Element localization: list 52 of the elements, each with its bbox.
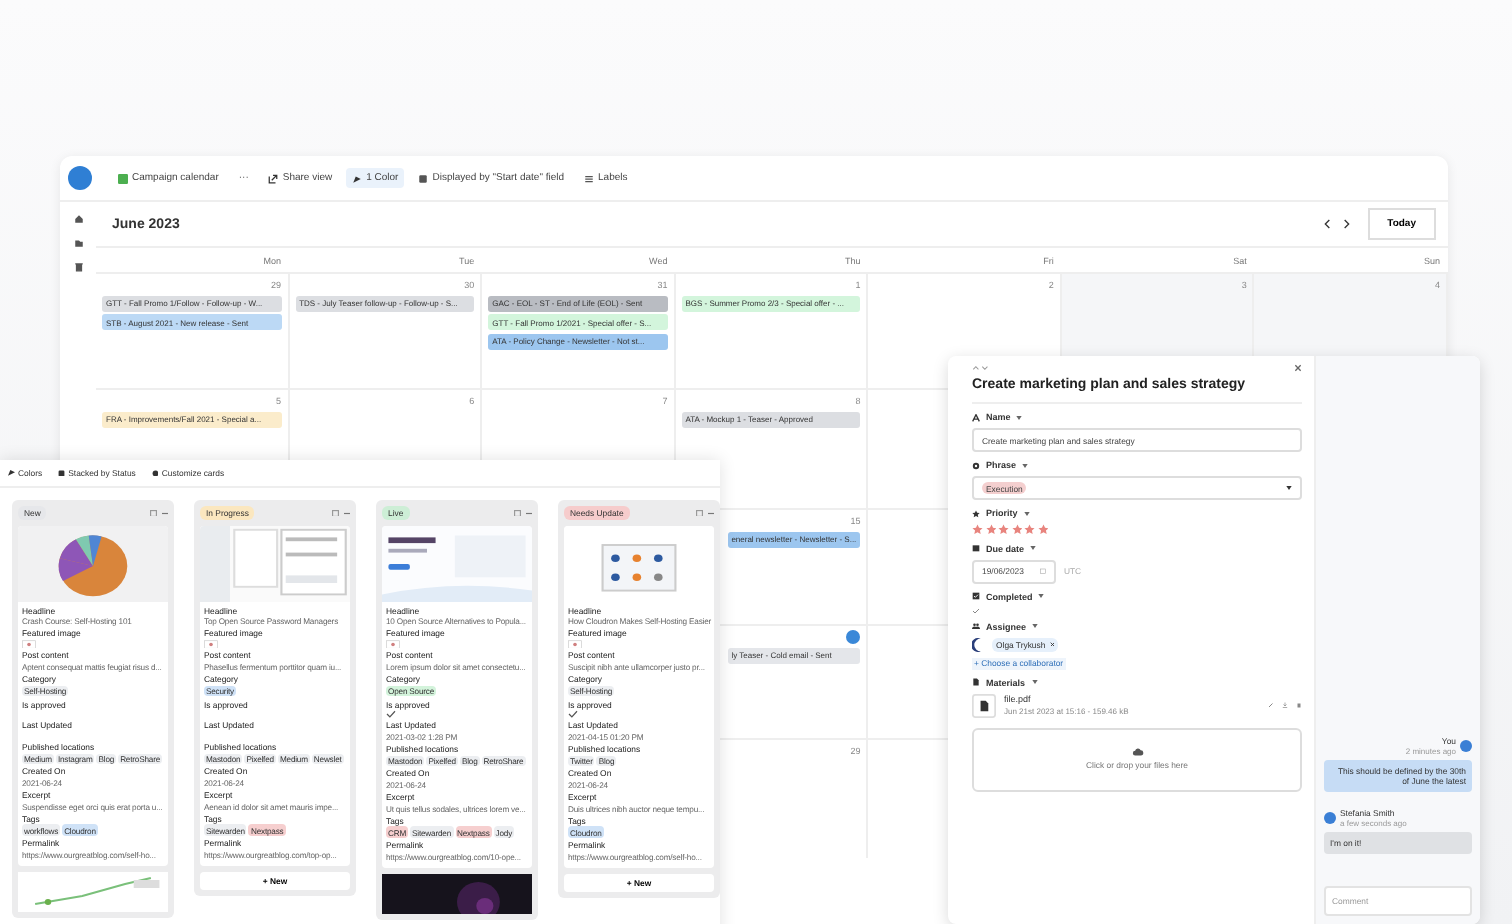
star-icon[interactable] bbox=[1024, 524, 1035, 535]
expand-icon[interactable] bbox=[696, 509, 703, 517]
star-icon bbox=[972, 509, 980, 517]
trash-icon[interactable] bbox=[73, 262, 83, 272]
star-icon[interactable] bbox=[1011, 524, 1022, 535]
calendar-icon bbox=[1039, 568, 1046, 574]
share-icon bbox=[268, 173, 279, 183]
folder-icon[interactable] bbox=[73, 238, 83, 248]
grid-icon bbox=[118, 173, 128, 183]
text-icon bbox=[972, 413, 980, 421]
file-icon bbox=[972, 678, 980, 686]
caret-icon[interactable] bbox=[1023, 511, 1030, 515]
expand-icon[interactable] bbox=[150, 509, 157, 517]
paint-icon bbox=[8, 469, 15, 477]
list-icon bbox=[584, 173, 595, 183]
card[interactable] bbox=[18, 525, 168, 866]
previous-icon[interactable] bbox=[1323, 218, 1332, 230]
caret-icon[interactable] bbox=[1022, 463, 1029, 467]
expand-icon[interactable] bbox=[514, 509, 521, 517]
image-thumbnail-icon bbox=[22, 639, 36, 649]
close-icon[interactable] bbox=[1294, 364, 1302, 372]
image-thumbnail-icon bbox=[568, 639, 582, 649]
checkmark-icon bbox=[568, 710, 578, 719]
expand-icon[interactable] bbox=[332, 509, 339, 517]
navigation-arrows-icon[interactable] bbox=[972, 364, 990, 372]
caret-icon[interactable] bbox=[1016, 415, 1023, 419]
caret-icon bbox=[1286, 486, 1292, 490]
calendar-icon bbox=[972, 544, 980, 552]
avatar bbox=[972, 637, 986, 651]
star-icon[interactable] bbox=[998, 524, 1009, 535]
people-icon bbox=[972, 622, 980, 630]
download-icon[interactable] bbox=[1282, 702, 1288, 708]
star-icon[interactable] bbox=[985, 524, 996, 535]
caret-icon[interactable] bbox=[1031, 680, 1038, 684]
image-thumbnail-icon bbox=[204, 639, 218, 649]
image-thumbnail-icon bbox=[386, 639, 400, 649]
caret-icon[interactable] bbox=[1038, 594, 1045, 598]
checkmark-icon bbox=[386, 710, 396, 719]
paint-icon bbox=[352, 173, 363, 183]
caret-icon[interactable] bbox=[1032, 624, 1039, 628]
star-icon[interactable] bbox=[972, 524, 983, 535]
caret-icon[interactable] bbox=[1030, 546, 1037, 550]
home-icon[interactable] bbox=[73, 214, 83, 224]
next-icon[interactable] bbox=[1341, 218, 1350, 230]
avatar bbox=[1460, 740, 1472, 752]
file-icon bbox=[972, 693, 996, 717]
avatar[interactable] bbox=[68, 166, 92, 190]
upload-cloud-icon bbox=[1131, 748, 1143, 756]
checkbox-icon bbox=[972, 592, 980, 600]
star-icon[interactable] bbox=[1037, 524, 1048, 535]
avatar bbox=[1324, 812, 1336, 824]
card[interactable] bbox=[200, 525, 350, 866]
